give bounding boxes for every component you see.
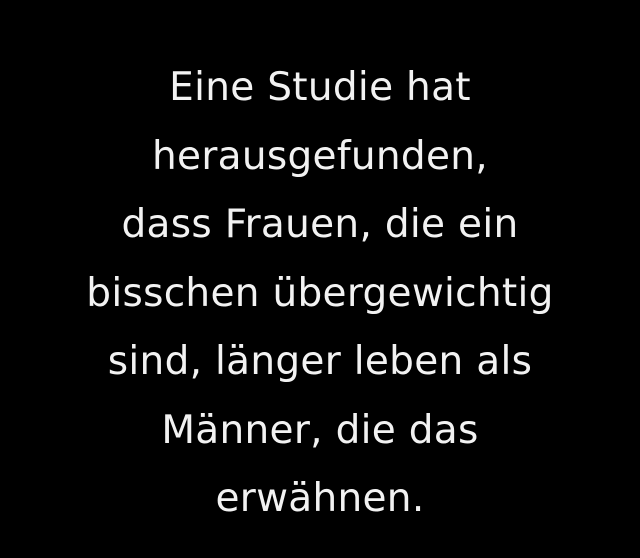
quote-line-2: herausgefunden, xyxy=(152,133,488,179)
quote-line-6: Männer, die das xyxy=(161,407,479,453)
quote-line-3: dass Frauen, die ein xyxy=(121,202,519,247)
quote-line-4: bisschen übergewichtig xyxy=(86,270,554,316)
quote-line-5: sind, länger leben als xyxy=(107,339,533,384)
meme-card: Eine Studie hat herausgefunden, dass Fra… xyxy=(0,0,640,558)
quote-text: Eine Studie hat herausgefunden, dass Fra… xyxy=(0,54,640,534)
quote-line-7: erwähnen. xyxy=(215,476,425,521)
quote-line-1: Eine Studie hat xyxy=(169,65,471,110)
